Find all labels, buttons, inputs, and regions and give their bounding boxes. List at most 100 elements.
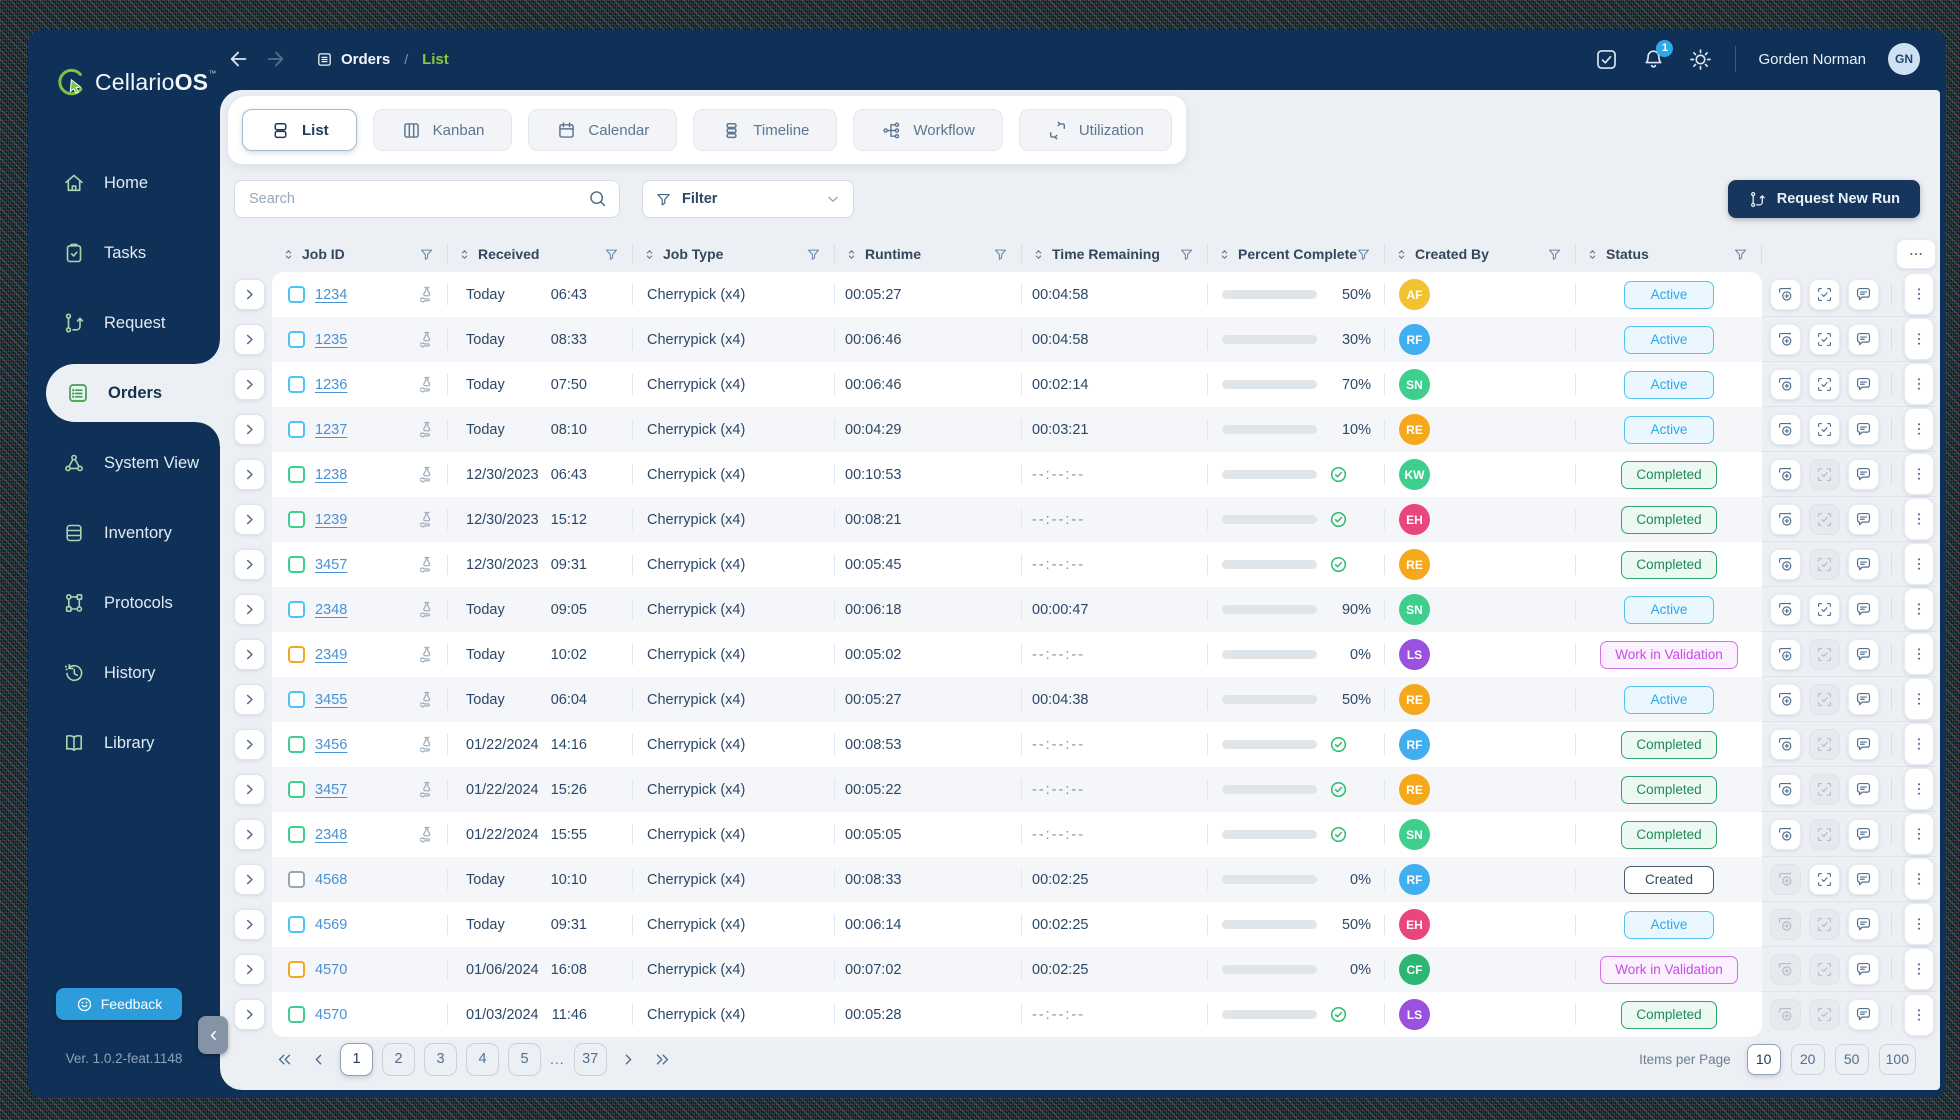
page-size-button-20[interactable]: 20 [1790, 1043, 1825, 1075]
job-id-link[interactable]: 1237 [315, 422, 347, 438]
row-checkbox[interactable] [288, 691, 305, 708]
comment-icon[interactable] [1848, 323, 1879, 355]
kebab-icon[interactable] [1904, 273, 1934, 315]
row-checkbox[interactable] [288, 376, 305, 393]
comment-icon[interactable] [1848, 503, 1879, 535]
kebab-icon[interactable] [1904, 993, 1934, 1036]
schedule-add-icon[interactable] [1770, 773, 1801, 805]
column-header-created-by[interactable]: Created By [1385, 238, 1576, 270]
sidebar-collapse-handle[interactable] [198, 1016, 228, 1054]
kebab-icon[interactable] [1904, 498, 1934, 540]
validate-icon[interactable] [1809, 368, 1840, 400]
job-id-link[interactable]: 1236 [315, 377, 347, 393]
schedule-add-icon[interactable] [1770, 728, 1801, 760]
validate-icon[interactable] [1809, 999, 1840, 1030]
schedule-add-icon[interactable] [1770, 999, 1801, 1030]
validate-icon[interactable] [1809, 863, 1840, 895]
row-checkbox[interactable] [288, 466, 305, 483]
row-checkbox[interactable] [288, 826, 305, 843]
expand-row-button[interactable] [234, 864, 265, 895]
sidebar-item-system-view[interactable]: System View [28, 428, 220, 498]
kebab-icon[interactable] [1904, 723, 1934, 765]
next-page-button[interactable] [616, 1047, 641, 1072]
funnel-icon[interactable] [604, 247, 619, 262]
job-id-link[interactable]: 1235 [315, 332, 347, 348]
sidebar-item-request[interactable]: Request [28, 288, 220, 358]
kebab-icon[interactable] [1904, 858, 1934, 900]
kebab-icon[interactable] [1904, 453, 1934, 495]
validate-icon[interactable] [1809, 593, 1840, 625]
expand-row-button[interactable] [234, 594, 265, 625]
sort-icon[interactable] [845, 248, 858, 261]
job-id-link[interactable]: 3456 [315, 737, 347, 753]
job-id-link[interactable]: 4568 [315, 872, 347, 888]
comment-icon[interactable] [1848, 413, 1879, 445]
tab-list[interactable]: List [242, 109, 357, 151]
job-id-link[interactable]: 4570 [315, 962, 347, 978]
sidebar-item-home[interactable]: Home [28, 148, 220, 218]
validate-icon[interactable] [1809, 278, 1840, 310]
validate-icon[interactable] [1809, 773, 1840, 805]
row-checkbox[interactable] [288, 781, 305, 798]
tab-calendar[interactable]: Calendar [528, 109, 678, 151]
funnel-icon[interactable] [1733, 247, 1748, 262]
job-id-link[interactable]: 3457 [315, 557, 347, 573]
column-header-job-id[interactable]: Job ID [272, 238, 448, 270]
search-input[interactable] [234, 180, 620, 218]
kebab-icon[interactable] [1904, 543, 1934, 585]
job-id-link[interactable]: 2349 [315, 647, 347, 663]
page-button-4[interactable]: 4 [466, 1042, 499, 1076]
comment-icon[interactable] [1848, 638, 1879, 670]
row-checkbox[interactable] [288, 736, 305, 753]
sidebar-item-inventory[interactable]: Inventory [28, 498, 220, 568]
expand-row-button[interactable] [234, 504, 265, 535]
schedule-add-icon[interactable] [1770, 638, 1801, 670]
row-checkbox[interactable] [288, 961, 305, 978]
tab-utilization[interactable]: Utilization [1018, 109, 1172, 151]
row-checkbox[interactable] [288, 331, 305, 348]
job-id-link[interactable]: 2348 [315, 602, 347, 618]
sort-icon[interactable] [458, 248, 471, 261]
tab-timeline[interactable]: Timeline [693, 109, 838, 151]
kebab-icon[interactable] [1904, 363, 1934, 405]
expand-row-button[interactable] [234, 459, 265, 490]
validate-icon[interactable] [1809, 953, 1840, 985]
funnel-icon[interactable] [419, 247, 434, 262]
sort-icon[interactable] [282, 248, 295, 261]
job-id-link[interactable]: 3455 [315, 692, 347, 708]
schedule-add-icon[interactable] [1770, 908, 1801, 940]
comment-icon[interactable] [1848, 999, 1879, 1030]
column-header-received[interactable]: Received [448, 238, 633, 270]
schedule-add-icon[interactable] [1770, 458, 1801, 490]
tab-workflow[interactable]: Workflow [853, 109, 1003, 151]
comment-icon[interactable] [1848, 593, 1879, 625]
expand-row-button[interactable] [234, 414, 265, 445]
comment-icon[interactable] [1848, 773, 1879, 805]
column-header-job-type[interactable]: Job Type [633, 238, 835, 270]
kebab-icon[interactable] [1904, 588, 1934, 630]
sidebar-item-protocols[interactable]: Protocols [28, 568, 220, 638]
row-checkbox[interactable] [288, 421, 305, 438]
sort-icon[interactable] [1032, 248, 1045, 261]
job-id-link[interactable]: 4570 [315, 1007, 347, 1023]
comment-icon[interactable] [1848, 863, 1879, 895]
funnel-icon[interactable] [806, 247, 821, 262]
expand-row-button[interactable] [234, 774, 265, 805]
expand-row-button[interactable] [234, 639, 265, 670]
row-checkbox[interactable] [288, 916, 305, 933]
expand-row-button[interactable] [234, 549, 265, 580]
expand-row-button[interactable] [234, 999, 265, 1030]
sidebar-item-orders[interactable]: Orders [46, 340, 220, 446]
page-size-button-50[interactable]: 50 [1834, 1043, 1869, 1075]
first-page-button[interactable] [272, 1047, 297, 1072]
expand-row-button[interactable] [234, 729, 265, 760]
validate-icon[interactable] [1809, 683, 1840, 715]
schedule-add-icon[interactable] [1770, 413, 1801, 445]
last-page-button[interactable] [650, 1047, 675, 1072]
schedule-add-icon[interactable] [1770, 368, 1801, 400]
row-checkbox[interactable] [288, 871, 305, 888]
job-id-link[interactable]: 1239 [315, 512, 347, 528]
page-size-button-10[interactable]: 10 [1746, 1043, 1781, 1075]
bell-icon[interactable]: 1 [1641, 39, 1674, 72]
column-header-percent-complete[interactable]: Percent Complete [1208, 238, 1385, 270]
